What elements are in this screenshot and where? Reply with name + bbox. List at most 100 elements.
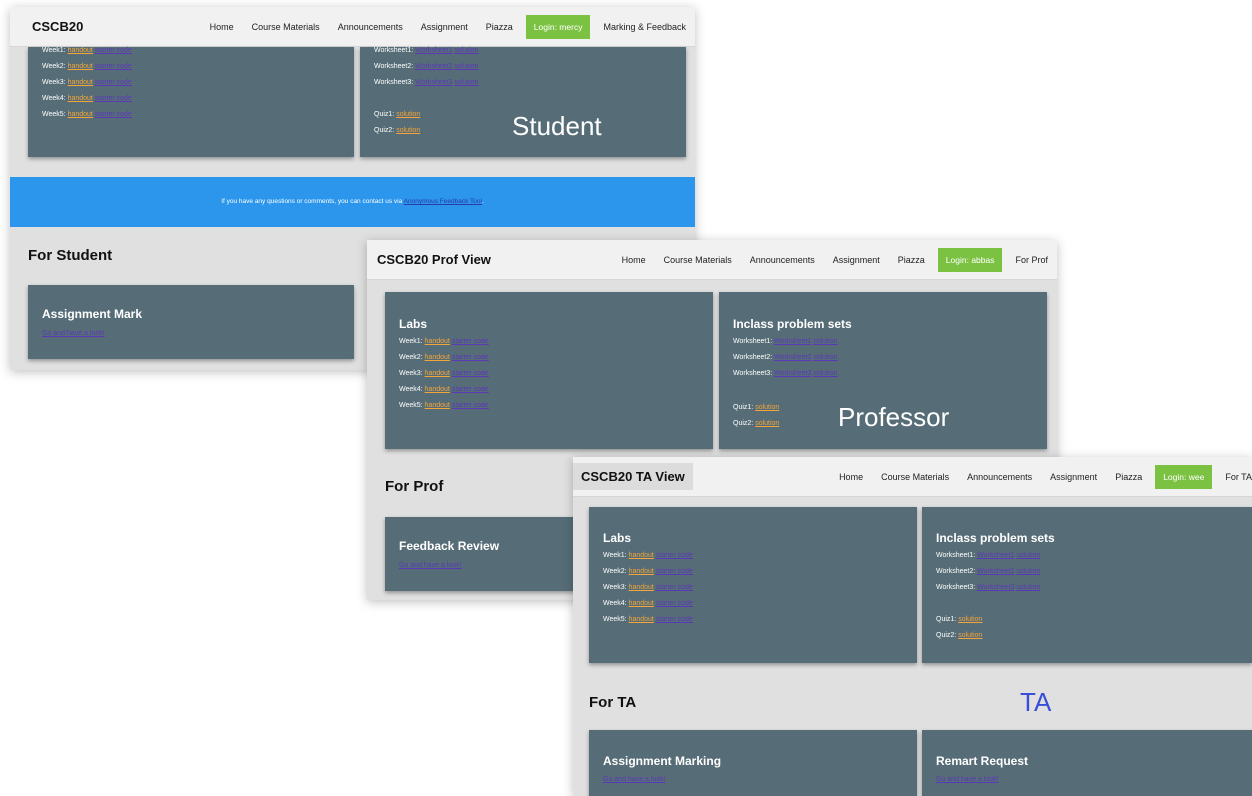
solution-link[interactable]: solution	[958, 632, 982, 639]
worksheet-link[interactable]: Worksheet3	[977, 584, 1014, 591]
nav-announcements[interactable]: Announcements	[958, 472, 1041, 482]
handout-link[interactable]: handout	[425, 354, 450, 361]
nav-piazza[interactable]: Piazza	[889, 255, 934, 265]
starter-code-link[interactable]: starter code	[656, 584, 693, 591]
nav-home[interactable]: Home	[201, 22, 243, 32]
handout-link[interactable]: handout	[629, 568, 654, 575]
lab-row: Week5: handout starter code	[42, 111, 132, 118]
nav-for-ta[interactable]: For TA	[1216, 472, 1252, 482]
nav-home[interactable]: Home	[613, 255, 655, 265]
go-look-link[interactable]: Go and have a look!	[936, 776, 999, 783]
starter-code-link[interactable]: starter code	[95, 63, 132, 70]
solution-link[interactable]: solution	[454, 63, 478, 70]
worksheet-link[interactable]: Worksheet3	[415, 79, 452, 86]
labs-card: Week1: handout starter code Week2: hando…	[28, 47, 354, 157]
student-label: Student	[512, 111, 602, 141]
nav-assignment[interactable]: Assignment	[1041, 472, 1106, 482]
solution-link[interactable]: solution	[1016, 552, 1040, 559]
starter-code-link[interactable]: starter code	[656, 568, 693, 575]
go-look-link[interactable]: Go and have a look!	[603, 776, 666, 783]
nav-home[interactable]: Home	[830, 472, 872, 482]
lab-row: Week1: handout starter code	[603, 552, 693, 559]
nav-assignment[interactable]: Assignment	[412, 22, 477, 32]
problem-sets-card: Inclass problem sets Worksheet1: Workshe…	[922, 507, 1252, 663]
solution-link[interactable]: solution	[1016, 568, 1040, 575]
solution-link[interactable]: solution	[1016, 584, 1040, 591]
go-look-link[interactable]: Go and have a look!	[399, 562, 462, 569]
handout-link[interactable]: handout	[68, 79, 93, 86]
login-button[interactable]: Login: wee	[1155, 464, 1213, 489]
worksheet-link[interactable]: Worksheet3	[774, 370, 811, 377]
problem-sets-card: Worksheet1: Worksheet1 solution Workshee…	[360, 47, 686, 157]
handout-link[interactable]: handout	[629, 552, 654, 559]
problem-sets-card: Inclass problem sets Worksheet1: Workshe…	[719, 292, 1047, 449]
solution-link[interactable]: solution	[396, 111, 420, 118]
solution-link[interactable]: solution	[454, 47, 478, 54]
starter-code-link[interactable]: starter code	[452, 354, 489, 361]
nav-piazza[interactable]: Piazza	[477, 22, 522, 32]
worksheet-row: Worksheet1: Worksheet1 solution	[733, 338, 838, 345]
quiz-row: Quiz1: solution	[936, 616, 983, 623]
brand-title: CSCB20	[32, 19, 84, 34]
handout-link[interactable]: handout	[425, 402, 450, 409]
solution-link[interactable]: solution	[813, 354, 837, 361]
worksheet-link[interactable]: Worksheet2	[415, 63, 452, 70]
worksheet-link[interactable]: Worksheet2	[774, 354, 811, 361]
quiz-row: Quiz1: solution	[374, 111, 421, 118]
nav-announcements[interactable]: Announcements	[741, 255, 824, 265]
starter-code-link[interactable]: starter code	[656, 600, 693, 607]
solution-link[interactable]: solution	[755, 404, 779, 411]
worksheet-link[interactable]: Worksheet2	[977, 568, 1014, 575]
ta-view-screenshot: CSCB20 TA View Home Course Materials Ann…	[573, 457, 1252, 796]
handout-link[interactable]: handout	[629, 616, 654, 623]
handout-link[interactable]: handout	[629, 600, 654, 607]
nav-course-materials[interactable]: Course Materials	[872, 472, 958, 482]
starter-code-link[interactable]: starter code	[95, 47, 132, 54]
worksheet-link[interactable]: Worksheet1	[415, 47, 452, 54]
starter-code-link[interactable]: starter code	[95, 111, 132, 118]
handout-link[interactable]: handout	[425, 370, 450, 377]
starter-code-link[interactable]: starter code	[95, 95, 132, 102]
starter-code-link[interactable]: starter code	[452, 370, 489, 377]
starter-code-link[interactable]: starter code	[452, 338, 489, 345]
handout-link[interactable]: handout	[425, 386, 450, 393]
nav-assignment[interactable]: Assignment	[824, 255, 889, 265]
starter-code-link[interactable]: starter code	[656, 616, 693, 623]
solution-link[interactable]: solution	[755, 420, 779, 427]
nav-course-materials[interactable]: Course Materials	[655, 255, 741, 265]
solution-link[interactable]: solution	[454, 79, 478, 86]
professor-label: Professor	[838, 402, 950, 432]
go-look-link[interactable]: Go and have a look!	[42, 330, 105, 337]
starter-code-link[interactable]: starter code	[656, 552, 693, 559]
handout-link[interactable]: handout	[68, 47, 93, 54]
nav-for-prof[interactable]: For Prof	[1006, 255, 1057, 265]
worksheet-link[interactable]: Worksheet1	[774, 338, 811, 345]
assignment-mark-card: Assignment Mark Go and have a look!	[28, 285, 354, 359]
worksheet-row: Worksheet2: Worksheet2 solution	[374, 63, 479, 70]
solution-link[interactable]: solution	[813, 338, 837, 345]
starter-code-link[interactable]: starter code	[95, 79, 132, 86]
starter-code-link[interactable]: starter code	[452, 402, 489, 409]
nav-announcements[interactable]: Announcements	[329, 22, 412, 32]
solution-link[interactable]: solution	[813, 370, 837, 377]
starter-code-link[interactable]: starter code	[452, 386, 489, 393]
solution-link[interactable]: solution	[958, 616, 982, 623]
handout-link[interactable]: handout	[629, 584, 654, 591]
handout-link[interactable]: handout	[68, 95, 93, 102]
card-title: Labs	[603, 531, 632, 545]
anonymous-feedback-link[interactable]: Anonymous Feedback Tool	[404, 198, 482, 205]
nav-course-materials[interactable]: Course Materials	[243, 22, 329, 32]
login-button[interactable]: Login: abbas	[937, 247, 1003, 272]
solution-link[interactable]: solution	[396, 127, 420, 134]
lab-row: Week5: handout starter code	[603, 616, 693, 623]
handout-link[interactable]: handout	[68, 63, 93, 70]
worksheet-link[interactable]: Worksheet1	[977, 552, 1014, 559]
handout-link[interactable]: handout	[425, 338, 450, 345]
handout-link[interactable]: handout	[68, 111, 93, 118]
nav-marking-feedback[interactable]: Marking & Feedback	[594, 22, 695, 32]
student-navbar: CSCB20 Home Course Materials Announcemen…	[10, 7, 695, 47]
nav-piazza[interactable]: Piazza	[1106, 472, 1151, 482]
card-title: Assignment Mark	[42, 307, 143, 321]
login-button[interactable]: Login: mercy	[525, 14, 591, 39]
lab-row: Week4: handout starter code	[399, 386, 489, 393]
